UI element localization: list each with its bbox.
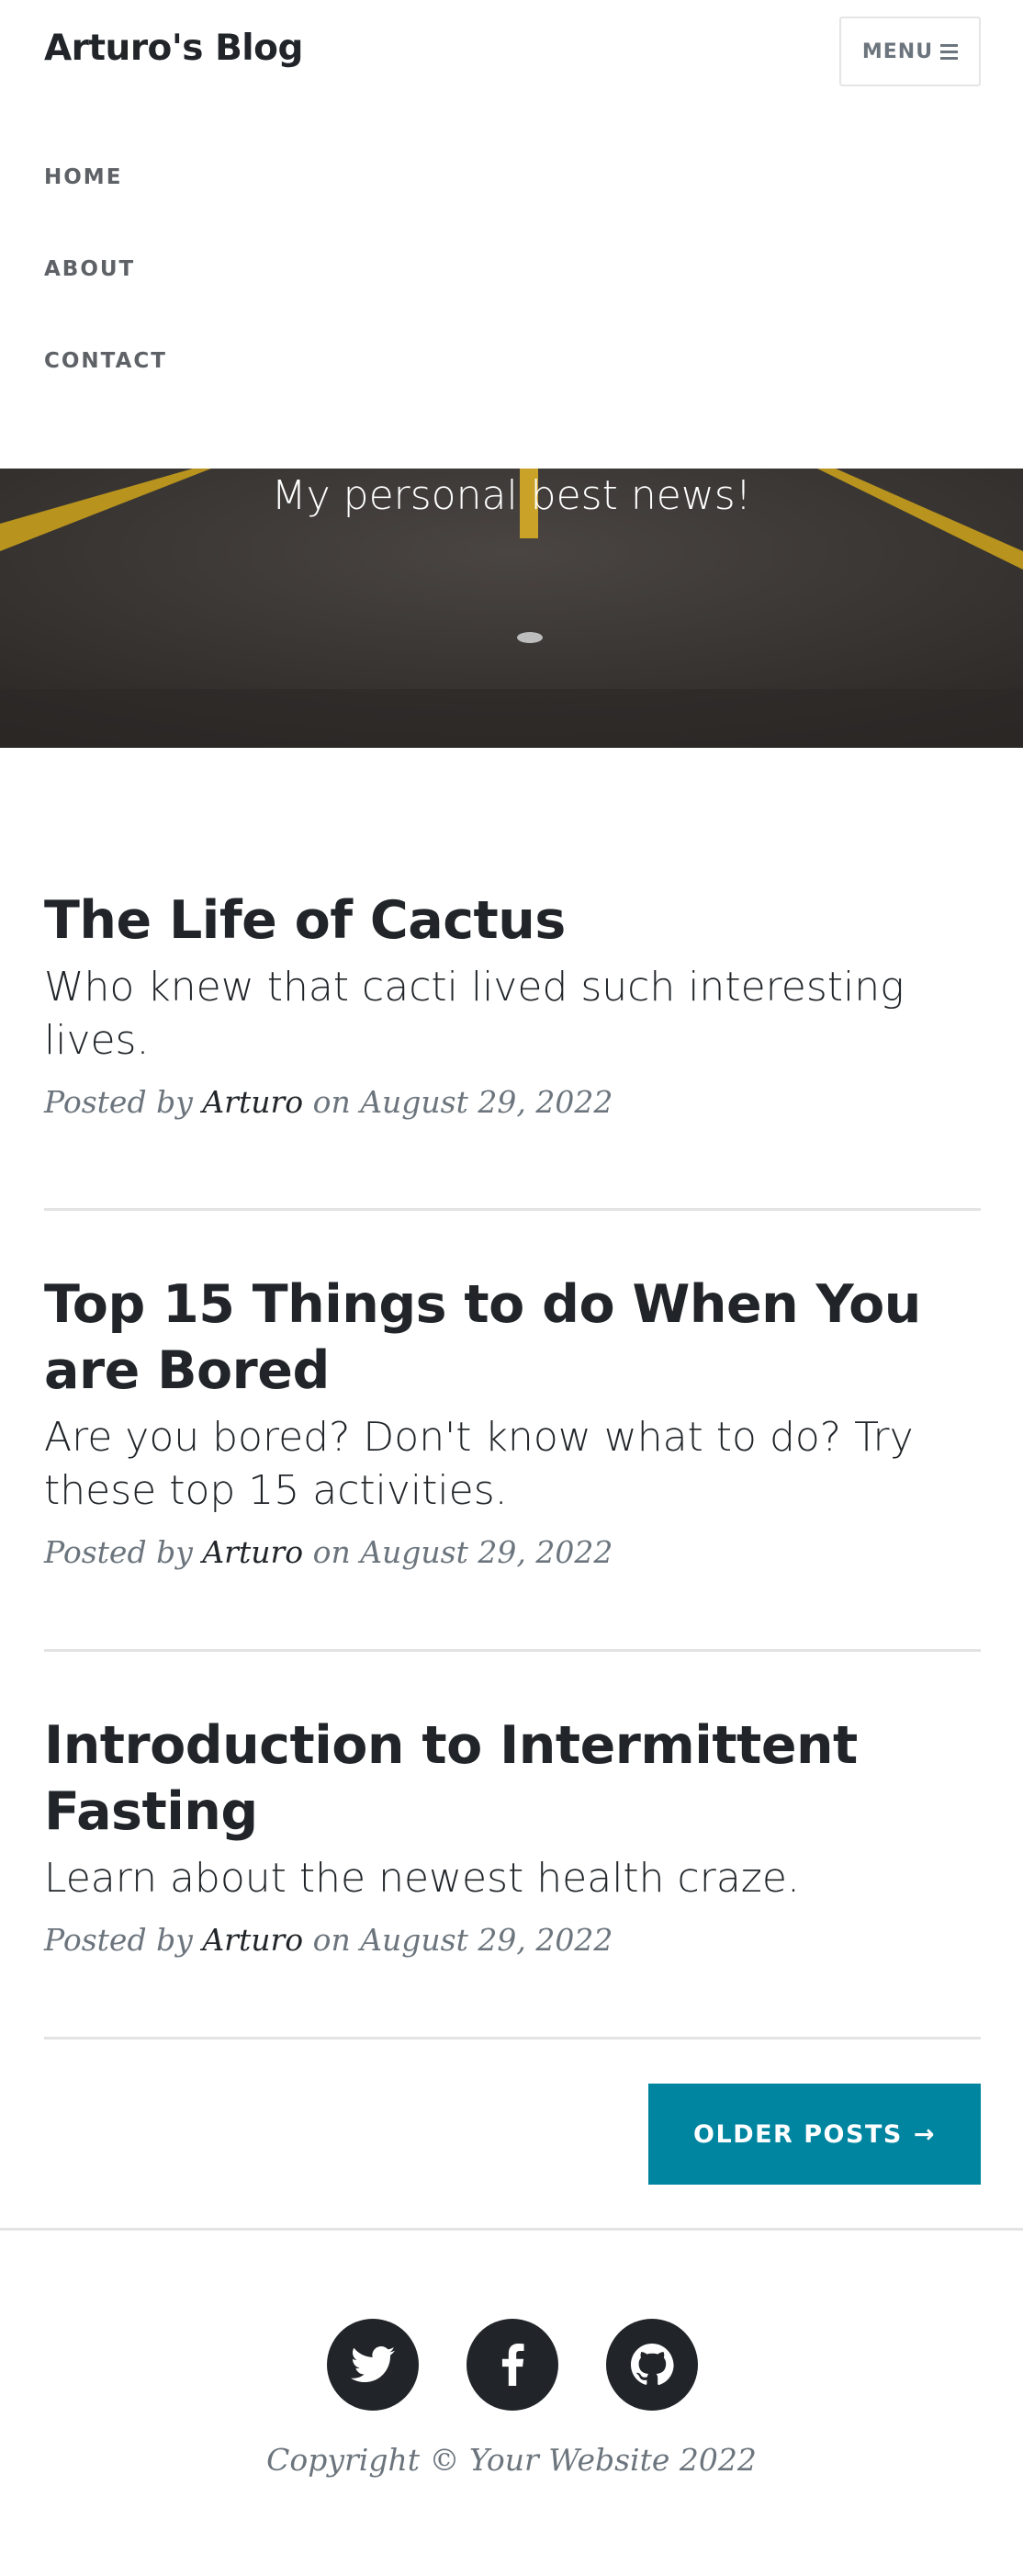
menu-label: MENU — [861, 40, 934, 63]
post-author-link[interactable]: Arturo — [202, 1922, 303, 1958]
meta-prefix: Posted by — [44, 1534, 193, 1570]
post-meta: Posted by Arturo on August 29, 2022 — [44, 1922, 981, 1958]
post-preview: Top 15 Things to do When You are Bored A… — [44, 1211, 981, 1652]
meta-date: on August 29, 2022 — [312, 1084, 613, 1120]
post-meta: Posted by Arturo on August 29, 2022 — [44, 1084, 981, 1120]
post-author-link[interactable]: Arturo — [202, 1534, 303, 1570]
nav-links: HOME ABOUT CONTACT — [44, 164, 167, 439]
post-subtitle[interactable]: Learn about the newest health craze. — [44, 1852, 981, 1905]
post-title[interactable]: Top 15 Things to do When You are Bored — [44, 1271, 981, 1404]
post-title[interactable]: Introduction to Intermittent Fasting — [44, 1712, 981, 1845]
hamburger-icon — [940, 43, 959, 60]
social-links — [327, 2319, 698, 2411]
right-arrow-icon: → — [913, 2119, 936, 2149]
post-preview: Introduction to Intermittent Fasting Lea… — [44, 1652, 981, 2039]
meta-prefix: Posted by — [44, 1922, 193, 1958]
meta-date: on August 29, 2022 — [312, 1534, 613, 1570]
hero-subheading: My personal best news! — [271, 472, 752, 519]
nav-link-about[interactable]: ABOUT — [44, 255, 167, 347]
post-title[interactable]: The Life of Cactus — [44, 887, 981, 954]
post-subtitle[interactable]: Are you bored? Don't know what to do? Tr… — [44, 1411, 981, 1518]
copyright-text: Copyright © Your Website 2022 — [266, 2442, 757, 2478]
hero-header: My personal best news! — [0, 469, 1023, 748]
twitter-icon[interactable] — [327, 2319, 419, 2411]
post-subtitle[interactable]: Who knew that cacti lived such interesti… — [44, 961, 981, 1068]
navbar: Arturo's Blog MENU HOME ABOUT CONTACT — [0, 0, 1023, 469]
older-posts-label: OLDER POSTS — [693, 2119, 903, 2149]
github-icon[interactable] — [606, 2319, 698, 2411]
meta-date: on August 29, 2022 — [312, 1922, 613, 1958]
post-preview: The Life of Cactus Who knew that cacti l… — [44, 887, 981, 1211]
nav-link-contact[interactable]: CONTACT — [44, 347, 167, 439]
meta-prefix: Posted by — [44, 1084, 193, 1120]
footer-divider — [0, 2228, 1023, 2231]
post-meta: Posted by Arturo on August 29, 2022 — [44, 1534, 981, 1570]
site-brand[interactable]: Arturo's Blog — [44, 28, 303, 69]
nav-link-home[interactable]: HOME — [44, 164, 167, 255]
older-posts-button[interactable]: OLDER POSTS → — [648, 2084, 981, 2185]
facebook-icon[interactable] — [467, 2319, 558, 2411]
post-author-link[interactable]: Arturo — [202, 1084, 303, 1120]
menu-toggle-button[interactable]: MENU — [839, 17, 981, 86]
